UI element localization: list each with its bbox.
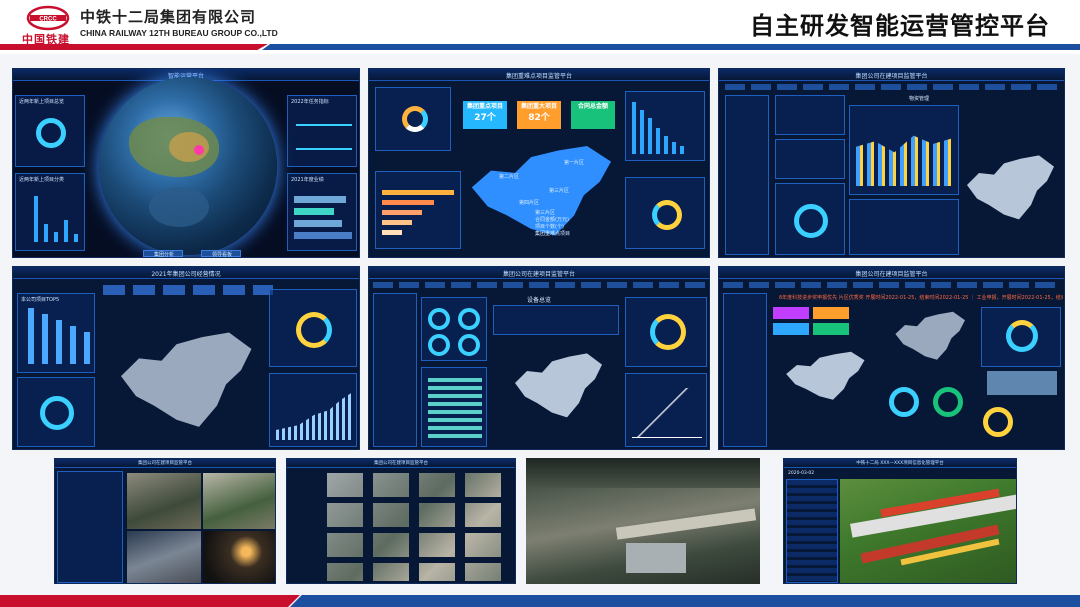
kpi-contract-amount: 合同总金额 xyxy=(571,101,615,129)
bar-chart-panel xyxy=(849,105,959,195)
company-name-cn: 中铁十二局集团有限公司 xyxy=(80,8,257,26)
dashboard-equipment: 集团公司在建项目监管平台 设备总览 xyxy=(368,266,710,450)
panel-top5: 本公司项目TOP5 xyxy=(17,293,95,373)
dashboard-globe: 智能运营平台 近两年新上项目总览 近两年新上项目分类 集团分析 领导看板 202… xyxy=(12,68,360,258)
crcc-logo-icon: CRCC xyxy=(26,5,70,31)
footer-stripe-blue xyxy=(290,595,1080,607)
map-legend: 第三片区 合同金额(万元) 项目个数(个) 集团重难点项目 xyxy=(535,210,571,237)
donut-chart xyxy=(36,118,66,148)
china-map xyxy=(515,353,602,418)
dashboard-key-projects: 集团重难点项目监管平台 集团重点项目 27个 集团重大项目 82个 合同总金额 … xyxy=(368,68,710,258)
side-menu xyxy=(725,95,769,255)
panel-annual-performance: 2021年度业绩 xyxy=(287,173,357,251)
panel-right-donut xyxy=(625,177,705,249)
slide-header: CRCC 中国铁建 中铁十二局集团有限公司 CHINA RAILWAY 12TH… xyxy=(0,0,1080,54)
china-map xyxy=(895,311,965,360)
panel-left-top xyxy=(375,87,451,151)
btn-group-analysis[interactable]: 集团分析 xyxy=(143,250,183,257)
slide: CRCC 中国铁建 中铁十二局集团有限公司 CHINA RAILWAY 12TH… xyxy=(0,0,1080,607)
page-title: 自主研发智能运营管控平台 xyxy=(750,12,1050,40)
china-map xyxy=(967,155,1054,220)
panel-project-types: 近两年新上项目分类 xyxy=(15,173,85,251)
dashboard-project-monitor: 集团公司在建项目监管平台 8年度科技进步奖申报优先 片区优秀奖 开展时间2022… xyxy=(718,266,1065,450)
panel-left-bars xyxy=(375,171,461,249)
footer-stripe-red xyxy=(0,595,300,607)
dashboard-photo-grid: 集团公司在建项目监管平台 xyxy=(286,458,516,584)
globe-image xyxy=(99,77,277,255)
crcc-logo-text: CRCC xyxy=(39,17,57,23)
dashboard-operations-2021: 2021年集团公司经营情况 本公司项目TOP5 xyxy=(12,266,360,450)
panel-task-targets: 2022年任务指标 xyxy=(287,95,357,167)
company-name-en: CHINA RAILWAY 12TH BUREAU GROUP CO.,LTD xyxy=(80,28,278,38)
header-stripe-blue xyxy=(262,44,1080,50)
kpi-major-projects: 集团重大项目 82个 xyxy=(517,101,561,129)
china-map xyxy=(121,332,252,427)
aerial-site-photo xyxy=(526,458,760,584)
header-stripe-red xyxy=(0,44,268,50)
btn-leader-board[interactable]: 领导看板 xyxy=(201,250,241,257)
dashboard-materials: 集团公司在建项目监管平台 物资管理 xyxy=(718,68,1065,258)
dashboard-video-monitor: 集团公司在建项目监管平台 xyxy=(54,458,276,584)
kpi-key-projects: 集团重点项目 27个 xyxy=(463,101,507,129)
panel-new-projects: 近两年新上项目总览 xyxy=(15,95,85,167)
dashboard-bim-3d: 中铁十二局 XXX—XXX项目信息化管理平台 2020-03-02 xyxy=(783,458,1017,584)
panel-right-bars xyxy=(625,91,705,161)
notice-ticker: 8年度科技进步奖申报优先 片区优秀奖 开展时间2022-01-25，结束时间20… xyxy=(779,295,1063,301)
